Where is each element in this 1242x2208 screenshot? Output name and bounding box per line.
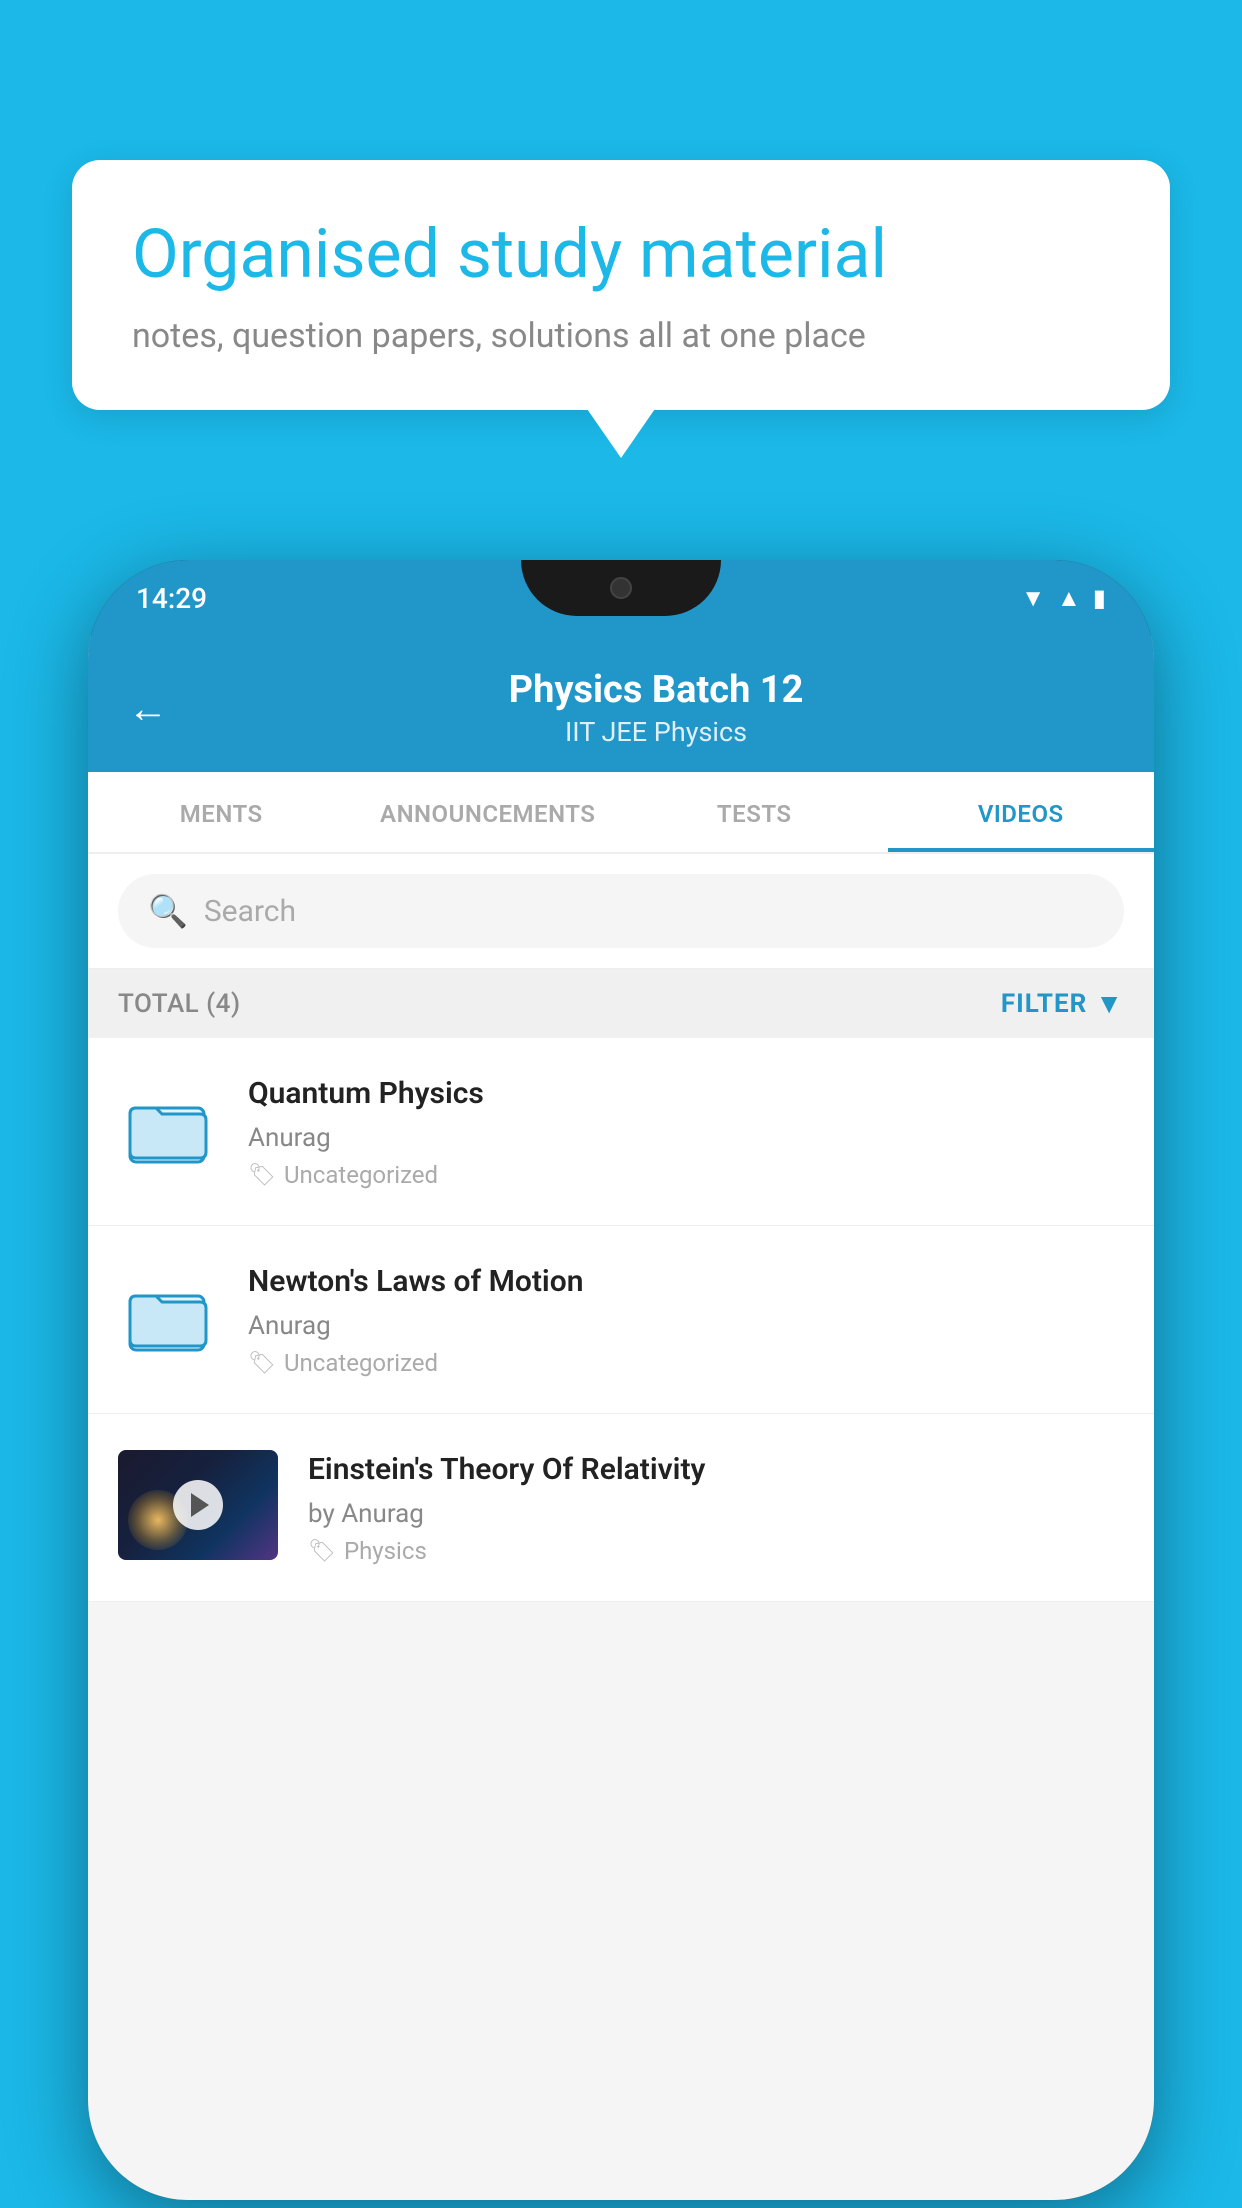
tag-icon: 🏷	[248, 1163, 276, 1188]
tag-icon: 🏷	[308, 1539, 336, 1564]
tag-label: Physics	[344, 1537, 427, 1565]
video-author: by Anurag	[308, 1499, 1124, 1529]
tag-label: Uncategorized	[284, 1349, 438, 1377]
tabs-bar: MENTS ANNOUNCEMENTS TESTS VIDEOS	[88, 772, 1154, 854]
front-camera	[610, 577, 632, 599]
search-icon: 🔍	[148, 892, 188, 930]
folder-icon	[128, 1277, 208, 1357]
video-list: Quantum Physics Anurag 🏷 Uncategorized	[88, 1038, 1154, 1602]
list-item[interactable]: Newton's Laws of Motion Anurag 🏷 Uncateg…	[88, 1226, 1154, 1414]
video-title: Newton's Laws of Motion	[248, 1262, 1124, 1301]
video-author: Anurag	[248, 1123, 1124, 1153]
video-tag: 🏷 Uncategorized	[248, 1161, 1124, 1189]
thumbnail-gradient	[118, 1450, 278, 1560]
play-icon	[191, 1493, 209, 1517]
speech-bubble: Organised study material notes, question…	[72, 160, 1170, 410]
bubble-title: Organised study material	[132, 214, 1110, 296]
play-button[interactable]	[173, 1480, 223, 1530]
search-container: 🔍 Search	[88, 854, 1154, 969]
app-header: ← Physics Batch 12 IIT JEE Physics	[88, 636, 1154, 772]
list-item[interactable]: Quantum Physics Anurag 🏷 Uncategorized	[88, 1038, 1154, 1226]
video-info: Quantum Physics Anurag 🏷 Uncategorized	[248, 1074, 1124, 1189]
video-title: Einstein's Theory Of Relativity	[308, 1450, 1124, 1489]
wifi-icon: ▼	[1021, 584, 1045, 613]
tab-videos[interactable]: VIDEOS	[888, 772, 1155, 852]
video-author: Anurag	[248, 1311, 1124, 1341]
video-info: Einstein's Theory Of Relativity by Anura…	[308, 1450, 1124, 1565]
signal-icon: ▲	[1057, 584, 1081, 613]
tag-icon: 🏷	[248, 1351, 276, 1376]
tab-tests[interactable]: TESTS	[621, 772, 888, 852]
phone-frame: 14:29 ▼ ▲ ▮ ← Physics Batch 12 IIT JEE P…	[88, 560, 1154, 2200]
search-box[interactable]: 🔍 Search	[118, 874, 1124, 948]
batch-title: Physics Batch 12	[198, 668, 1114, 712]
list-item[interactable]: Einstein's Theory Of Relativity by Anura…	[88, 1414, 1154, 1602]
status-icons: ▼ ▲ ▮	[1021, 584, 1106, 613]
batch-subtitle: IIT JEE Physics	[198, 716, 1114, 748]
filter-bar: TOTAL (4) FILTER ▼	[88, 969, 1154, 1038]
phone-notch	[521, 560, 721, 616]
app-screen: ← Physics Batch 12 IIT JEE Physics MENTS…	[88, 636, 1154, 2200]
tab-announcements[interactable]: ANNOUNCEMENTS	[355, 772, 622, 852]
status-time: 14:29	[136, 582, 207, 615]
video-title: Quantum Physics	[248, 1074, 1124, 1113]
video-info: Newton's Laws of Motion Anurag 🏷 Uncateg…	[248, 1262, 1124, 1377]
header-title-block: Physics Batch 12 IIT JEE Physics	[198, 668, 1114, 748]
folder-icon	[128, 1089, 208, 1169]
tab-ments[interactable]: MENTS	[88, 772, 355, 852]
bubble-subtitle: notes, question papers, solutions all at…	[132, 316, 1110, 356]
folder-icon-container	[118, 1262, 218, 1372]
filter-label: FILTER	[1001, 989, 1087, 1019]
folder-icon-container	[118, 1074, 218, 1184]
battery-icon: ▮	[1093, 584, 1106, 612]
filter-icon: ▼	[1095, 987, 1124, 1020]
video-tag: 🏷 Physics	[308, 1537, 1124, 1565]
tag-label: Uncategorized	[284, 1161, 438, 1189]
search-input[interactable]: Search	[204, 894, 296, 929]
filter-button[interactable]: FILTER ▼	[1001, 987, 1124, 1020]
video-thumbnail	[118, 1450, 278, 1560]
total-count: TOTAL (4)	[118, 989, 241, 1019]
back-button[interactable]: ←	[128, 685, 168, 732]
video-tag: 🏷 Uncategorized	[248, 1349, 1124, 1377]
